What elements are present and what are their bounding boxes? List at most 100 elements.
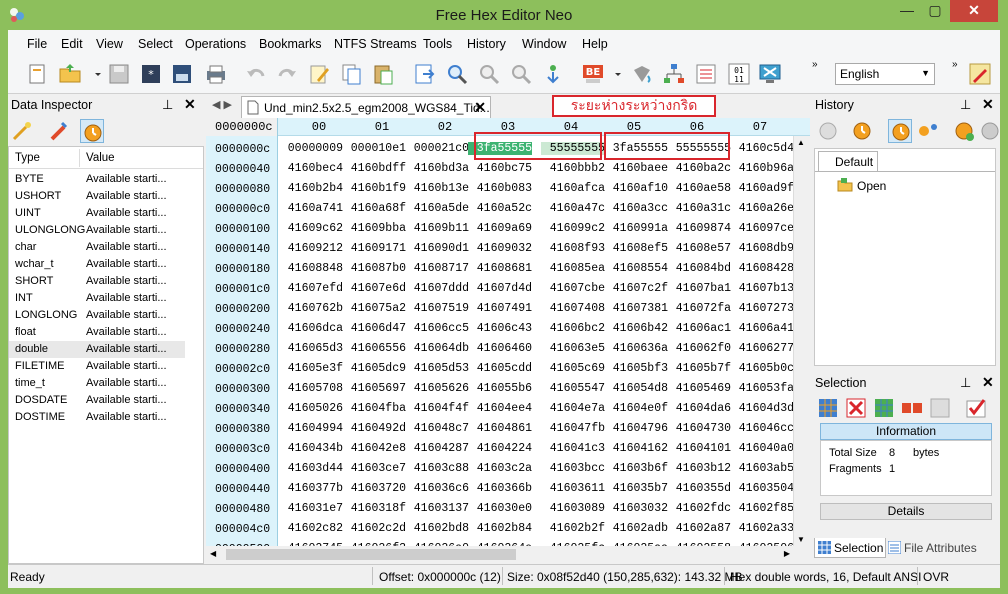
hex-cell[interactable]: 41602f85	[730, 502, 794, 515]
close-icon[interactable]: ✕	[982, 374, 994, 391]
hex-cell[interactable]: 41606d47	[342, 322, 406, 335]
hex-cell[interactable]: 416053fa	[730, 382, 794, 395]
hex-cell[interactable]: 4160c5d4	[730, 142, 794, 155]
hex-cell[interactable]: 4160377b	[279, 482, 343, 495]
hex-cell[interactable]: 41608717	[405, 262, 469, 275]
history-tab-default[interactable]: Default	[818, 151, 878, 171]
hex-cell[interactable]: 41605dc9	[342, 362, 406, 375]
hex-cell[interactable]: 41603504	[730, 482, 794, 495]
hex-cell[interactable]: 41602c82	[279, 522, 343, 535]
hex-cell[interactable]: 41605b0c	[730, 362, 794, 375]
highlight-icon[interactable]	[46, 119, 70, 143]
hex-cell[interactable]: 41607491	[468, 302, 532, 315]
close-tab-icon[interactable]: ✕	[474, 99, 486, 116]
menu-window[interactable]: Window	[522, 37, 566, 51]
hex-cell[interactable]: 41602b84	[468, 522, 532, 535]
save-all-icon[interactable]	[170, 62, 194, 86]
scroll-left-icon[interactable]: ◀	[210, 549, 216, 558]
hex-cell[interactable]: 4160b083	[468, 182, 532, 195]
history-active-icon[interactable]	[888, 119, 912, 143]
hex-cell[interactable]: 416063e5	[541, 342, 605, 355]
hex-cell[interactable]: 41603ce7	[342, 462, 406, 475]
hex-cell[interactable]: 4160a68f	[342, 202, 406, 215]
hex-cell[interactable]: 41604e0f	[604, 402, 668, 415]
new-file-icon[interactable]	[25, 62, 49, 86]
hex-cell[interactable]: 41602a87	[667, 522, 731, 535]
hex-cell[interactable]: 41608e57	[667, 242, 731, 255]
table-row[interactable]: float Available starti...	[9, 324, 185, 341]
maximize-button[interactable]: ▢	[921, 0, 949, 22]
merge-selection-icon[interactable]	[900, 396, 924, 420]
menu-select[interactable]: Select	[138, 37, 173, 51]
horizontal-scrollbar[interactable]: ◀ ▶	[206, 546, 810, 563]
hex-cell[interactable]: 41604fba	[342, 402, 406, 415]
find-previous-icon[interactable]	[509, 62, 533, 86]
hex-cell[interactable]: 416048c7	[405, 422, 469, 435]
hex-cell[interactable]: 416090d1	[405, 242, 469, 255]
pin-icon[interactable]: ⊥	[960, 375, 971, 391]
hex-cell[interactable]: 41602c2d	[342, 522, 406, 535]
hex-cell[interactable]: 41604ee4	[468, 402, 532, 415]
hex-cell[interactable]: 416087b0	[342, 262, 406, 275]
history-add-icon[interactable]	[952, 119, 976, 143]
hex-cell[interactable]: 41602b2f	[541, 522, 605, 535]
hex-cell[interactable]: 41609a69	[468, 222, 532, 235]
hex-cell[interactable]: 4160bec4	[279, 162, 343, 175]
hex-cell[interactable]: 41604e7a	[541, 402, 605, 415]
settings-icon[interactable]	[968, 62, 992, 86]
hex-cell[interactable]: 41608ef5	[604, 242, 668, 255]
hex-cell[interactable]: 4160ba2c	[667, 162, 731, 175]
save-icon[interactable]	[107, 62, 131, 86]
hex-cell[interactable]: 41603bcc	[541, 462, 605, 475]
hex-cell[interactable]: 41604287	[405, 442, 469, 455]
details-section-header[interactable]: Details	[820, 503, 992, 520]
hex-cell[interactable]: 41608db9	[730, 242, 794, 255]
hex-cell[interactable]: 41606a41	[730, 322, 794, 335]
hex-cell[interactable]: 4160b96a	[730, 162, 794, 175]
hex-cell[interactable]: 4160a3cc	[604, 202, 668, 215]
menu-help[interactable]: Help	[582, 37, 608, 51]
hex-cell[interactable]: 416075a2	[342, 302, 406, 315]
chevron-down-icon[interactable]	[606, 62, 621, 86]
hex-cell[interactable]: 4160a47c	[541, 202, 605, 215]
hex-cell[interactable]: 41609874	[667, 222, 731, 235]
print-icon[interactable]	[204, 62, 228, 86]
hex-cell[interactable]: 41607e6d	[342, 282, 406, 295]
chevron-down-icon[interactable]	[86, 62, 101, 86]
hex-cell[interactable]: 41605b7f	[667, 362, 731, 375]
hex-cell[interactable]: 41609bba	[342, 222, 406, 235]
hex-cell[interactable]: 41606460	[468, 342, 532, 355]
hex-cell[interactable]: 41603ab5	[730, 462, 794, 475]
hex-cell[interactable]: 41603611	[541, 482, 605, 495]
hex-cell[interactable]: 41603d44	[279, 462, 343, 475]
hex-cell[interactable]: 41607ddd	[405, 282, 469, 295]
hex-cell[interactable]: 41608554	[604, 262, 668, 275]
table-row[interactable]: UINT Available starti...	[9, 205, 185, 222]
tab-selection[interactable]: Selection	[814, 538, 886, 558]
toolbar-overflow-icon[interactable]: »	[812, 59, 818, 70]
hex-view[interactable]: 0000000c 00 01 02 03 04 05 06 07 0000000…	[206, 118, 810, 546]
find-next-icon[interactable]	[477, 62, 501, 86]
hex-cell[interactable]: 000010e1	[342, 142, 406, 155]
hex-cell[interactable]: 41608681	[468, 262, 532, 275]
hex-cell[interactable]: 416099c2	[541, 222, 605, 235]
hex-cell[interactable]: 41603c88	[405, 462, 469, 475]
table-row[interactable]: LONGLONG Available starti...	[9, 307, 185, 324]
hex-cell[interactable]: 41606bc2	[541, 322, 605, 335]
hex-cell[interactable]: 41603b6f	[604, 462, 668, 475]
hex-cell[interactable]: 000021c0	[405, 142, 469, 155]
menu-history[interactable]: History	[467, 37, 506, 51]
hex-cell[interactable]: 41606c43	[468, 322, 532, 335]
column-header-type[interactable]: Type	[15, 152, 40, 164]
binary-icon[interactable]: 01 11	[727, 62, 751, 86]
hex-cell[interactable]: 41607c2f	[604, 282, 668, 295]
hex-cell[interactable]: 41606dca	[279, 322, 343, 335]
menu-view[interactable]: View	[96, 37, 123, 51]
language-select[interactable]: English ▼	[835, 63, 935, 85]
hex-cell[interactable]: 416036c6	[405, 482, 469, 495]
hex-cell[interactable]: 41608848	[279, 262, 343, 275]
hex-cell[interactable]: 4160a52c	[468, 202, 532, 215]
table-row[interactable]: FILETIME Available starti...	[9, 358, 185, 375]
hex-cell[interactable]: 41609171	[342, 242, 406, 255]
hex-cell[interactable]: 41604861	[468, 422, 532, 435]
